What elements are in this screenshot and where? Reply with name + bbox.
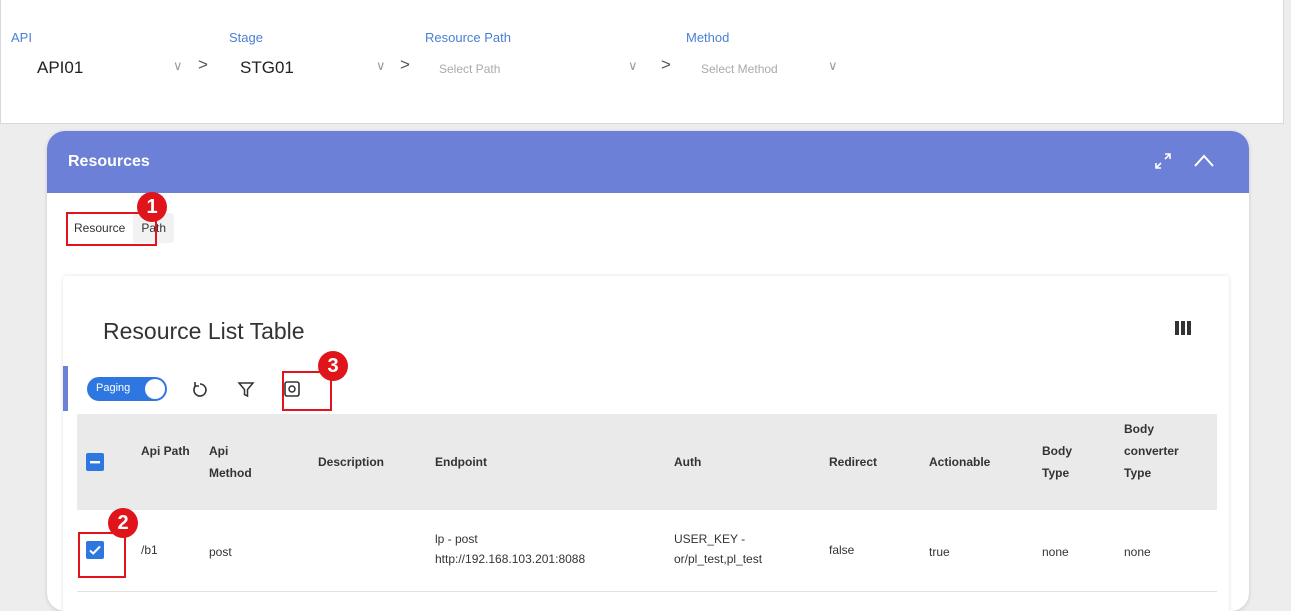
select-all-checkbox[interactable] bbox=[86, 453, 104, 471]
cell-redirect: false bbox=[829, 543, 855, 557]
cell-actionable: true bbox=[929, 545, 950, 559]
refresh-icon[interactable] bbox=[187, 376, 213, 402]
table-row[interactable]: /b1 post lp - post http://192.168.103.20… bbox=[77, 510, 1217, 592]
stage-label: Stage bbox=[229, 30, 263, 45]
toolbar-accent-bar bbox=[63, 366, 68, 411]
annotation-badge: 1 bbox=[137, 192, 167, 222]
chevron-down-icon[interactable]: ∨ bbox=[173, 58, 183, 74]
api-select[interactable]: API01 bbox=[37, 58, 83, 78]
columns-icon[interactable] bbox=[1175, 321, 1191, 340]
collapse-icon[interactable] bbox=[1193, 151, 1215, 176]
chevron-down-icon[interactable]: ∨ bbox=[628, 58, 638, 74]
api-selector-bar: API API01 ∨ > Stage STG01 ∨ > Resource P… bbox=[0, 0, 1284, 124]
breadcrumb-separator: > bbox=[661, 55, 671, 74]
cell-api-method: post bbox=[209, 545, 232, 559]
panel-header: Resources bbox=[47, 131, 1249, 193]
method-select[interactable]: Select Method bbox=[701, 62, 778, 76]
column-header[interactable]: Api Method bbox=[209, 440, 269, 484]
column-header[interactable]: Actionable bbox=[929, 451, 990, 473]
column-header[interactable]: Redirect bbox=[829, 451, 877, 473]
table-toolbar: Paging bbox=[87, 376, 305, 402]
method-label: Method bbox=[686, 30, 730, 45]
column-header[interactable]: Body Type bbox=[1042, 440, 1082, 484]
cell-auth-line1: USER_KEY - bbox=[674, 532, 746, 546]
cell-endpoint-line1: lp - post bbox=[435, 532, 478, 546]
stage-select[interactable]: STG01 bbox=[240, 58, 294, 78]
filter-icon[interactable] bbox=[233, 376, 259, 402]
expand-icon[interactable] bbox=[1153, 151, 1173, 176]
resources-panel: Resources Resource Path Resource List Ta… bbox=[47, 131, 1249, 611]
paging-toggle[interactable]: Paging bbox=[87, 377, 167, 401]
toggle-knob bbox=[145, 379, 165, 399]
resource-list-card: Resource List Table Paging Api Path Api … bbox=[63, 276, 1229, 611]
breadcrumb-separator: > bbox=[400, 55, 410, 74]
chevron-down-icon[interactable]: ∨ bbox=[828, 58, 838, 74]
card-title: Resource List Table bbox=[103, 318, 305, 344]
resource-path-label: Resource Path bbox=[425, 30, 511, 45]
cell-auth-line2: or/pl_test,pl_test bbox=[674, 552, 763, 566]
table-header: Api Path Api Method Description Endpoint… bbox=[77, 414, 1217, 510]
resource-path-select[interactable]: Select Path bbox=[439, 62, 500, 76]
cell-api-path: /b1 bbox=[141, 543, 158, 557]
panel-title: Resources bbox=[68, 153, 150, 170]
api-label: API bbox=[11, 30, 32, 45]
chevron-down-icon[interactable]: ∨ bbox=[376, 58, 386, 74]
column-header[interactable]: Endpoint bbox=[435, 451, 487, 473]
cell-body-type: none bbox=[1042, 545, 1069, 559]
column-header[interactable]: Api Path bbox=[141, 440, 191, 462]
resource-table: Api Path Api Method Description Endpoint… bbox=[77, 414, 1217, 592]
annotation-badge: 2 bbox=[108, 508, 138, 538]
column-header[interactable]: Description bbox=[318, 451, 384, 473]
paging-label: Paging bbox=[96, 382, 131, 394]
column-header[interactable]: Auth bbox=[674, 451, 701, 473]
breadcrumb-separator: > bbox=[198, 55, 208, 74]
cell-body-converter-type: none bbox=[1124, 545, 1151, 559]
annotation-badge: 3 bbox=[318, 351, 348, 381]
annotation-highlight-row-checkbox bbox=[78, 532, 126, 578]
cell-endpoint-line2: http://192.168.103.201:8088 bbox=[435, 552, 586, 566]
column-header[interactable]: Body converter Type bbox=[1124, 418, 1194, 484]
